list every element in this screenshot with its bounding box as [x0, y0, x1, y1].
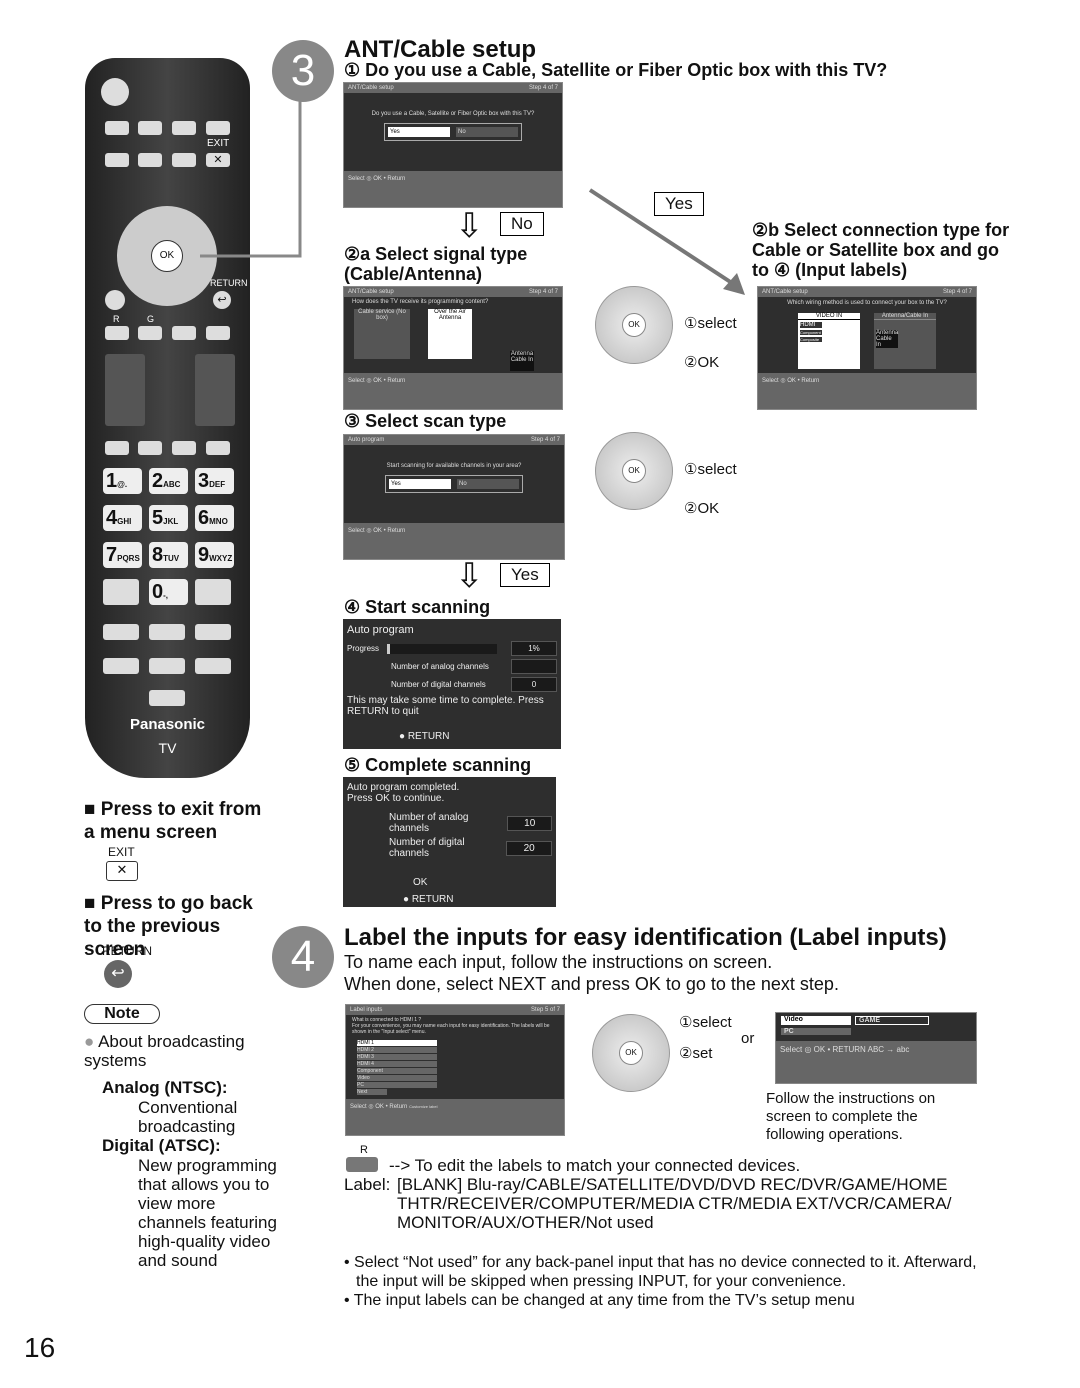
start-scanning-heading: ④ Start scanning	[344, 597, 491, 617]
screen-connection-type: ANT/Cable setup Step 4 of 7 Which wiring …	[757, 286, 977, 410]
screen-scan-type: Auto program Step 4 of 7 Start scanning f…	[343, 434, 565, 560]
label-title: Label:	[344, 1175, 391, 1194]
digital-text: New programming that allows you to view …	[138, 1156, 277, 1270]
key-3: 3DEF	[195, 468, 234, 494]
r-instruction: --> To edit the labels to match your con…	[389, 1156, 801, 1175]
r-label: R	[113, 314, 120, 324]
pad-select-label: ①select	[684, 461, 737, 478]
r-label: R	[360, 1144, 368, 1156]
step-number: 4	[272, 926, 334, 988]
step4-title: Label the inputs for easy identification…	[344, 924, 947, 951]
step4-line1: To name each input, follow the instructi…	[344, 952, 773, 972]
pad-set-label: ②set	[679, 1045, 713, 1062]
yes-label: Yes	[654, 192, 704, 216]
pad-ok-label: ②OK	[684, 500, 720, 517]
key-8: 8TUV	[149, 542, 188, 568]
complete-scanning-heading: ⑤ Complete scanning	[344, 755, 532, 775]
exit-icon: ✕	[106, 861, 138, 881]
return-label: RETURN	[210, 278, 248, 288]
down-arrow-icon: ⇩	[455, 557, 484, 595]
screen-signal-type: ANT/Cable setup Step 4 of 7 How does the …	[343, 286, 563, 410]
key-0: 0-,	[149, 579, 188, 605]
power-button	[101, 78, 129, 106]
screen-scanning: Auto program Progress 1% Number of analog…	[343, 619, 561, 749]
red-button-icon	[346, 1157, 378, 1172]
analog-text: Conventional broadcasting	[138, 1098, 238, 1136]
tv-label: TV	[158, 740, 177, 756]
bullet-setup-menu: • The input labels can be changed at any…	[344, 1292, 855, 1309]
key-9: 9WXYZ	[195, 542, 234, 568]
exit-label: EXIT	[108, 845, 135, 859]
note-item: ● About broadcasting systems	[84, 1032, 245, 1070]
or-label: or	[741, 1030, 755, 1047]
key-6: 6MNO	[195, 505, 234, 531]
return-label: RETURN	[102, 944, 152, 958]
digital-title: Digital (ATSC):	[102, 1136, 221, 1155]
key-2: 2ABC	[149, 468, 188, 494]
down-arrow-icon: ⇩	[455, 207, 484, 245]
screen-complete: Auto program completed. Press OK to cont…	[343, 777, 556, 907]
brand-logo: Panasonic	[129, 716, 206, 733]
pad-select-label: ①select	[679, 1014, 732, 1031]
manual-page: EXIT ✕ OK RETURN ↩ R G 1@. 2ABC 3DEF 4GH…	[0, 0, 1080, 1388]
key-4: 4GHI	[103, 505, 142, 531]
page-number: 16	[24, 1332, 56, 1363]
screen-ant-cable-q: ANT/Cable setup Step 4 of 7 Do you use a …	[343, 82, 563, 208]
cable-question: ① Do you use a Cable, Satellite or Fiber…	[344, 60, 888, 80]
signal-type-heading: ②a Select signal type (Cable/Antenna)	[344, 244, 528, 284]
label-list: [BLANK] Blu-ray/CABLE/SATELLITE/DVD/DVD …	[397, 1175, 952, 1232]
pad-select-label: ①select	[684, 315, 737, 332]
return-icon: ↩	[213, 291, 231, 309]
no-label: No	[500, 212, 544, 236]
key-1: 1@.	[103, 468, 142, 494]
dpad-illustration: OK	[592, 1014, 670, 1092]
screen-label-edit: Video GAME PC Select ◎ OK • RETURN ABC → …	[775, 1012, 977, 1084]
note-badge: Note	[84, 1004, 160, 1024]
step4-line2: When done, select NEXT and press OK to g…	[344, 974, 839, 994]
scan-type-heading: ③ Select scan type	[344, 411, 507, 431]
pad-ok-label: ②OK	[684, 354, 720, 371]
ok-button: OK	[151, 240, 183, 272]
analog-title: Analog (NTSC):	[102, 1078, 228, 1097]
yes-label: Yes	[500, 563, 550, 587]
dpad-illustration: OK	[595, 432, 673, 510]
return-icon: ↩	[104, 960, 132, 988]
connection-type-heading: ②b Select connection type for Cable or S…	[752, 220, 1010, 280]
dpad-illustration: OK	[595, 286, 673, 364]
follow-instructions: Follow the instructions on screen to com…	[766, 1090, 936, 1143]
key-5: 5JKL	[149, 505, 188, 531]
key-7: 7PQRS	[103, 542, 142, 568]
exit-heading: ■ Press to exit from a menu screen	[84, 799, 262, 843]
bullet-not-used: • Select “Not used” for any back-panel i…	[344, 1254, 977, 1290]
screen-label-inputs: Label inputs Step 5 of 7 What is connecte…	[345, 1004, 565, 1136]
g-label: G	[147, 314, 155, 324]
step-number: 3	[272, 40, 334, 102]
